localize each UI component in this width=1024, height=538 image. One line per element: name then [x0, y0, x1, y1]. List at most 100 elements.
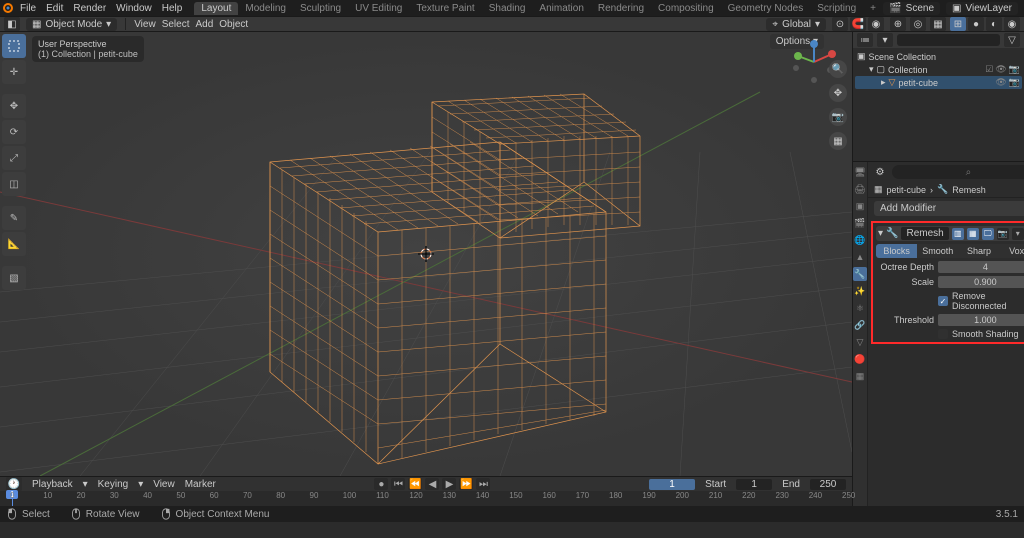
mod-realtime-icon[interactable]: 🖵	[982, 228, 994, 240]
autokey-icon[interactable]: ●	[374, 478, 388, 490]
disclosure-icon[interactable]: ▾	[878, 228, 883, 239]
props-search-input[interactable]: ⌕	[892, 165, 1024, 179]
timeline-menu-marker[interactable]: Marker	[185, 479, 216, 490]
prop-tab-texture[interactable]: ▦	[853, 369, 867, 383]
zoom-icon[interactable]: 🔍	[829, 60, 847, 78]
cursor-tool[interactable]: ✛	[2, 60, 26, 84]
header-menu-object[interactable]: Object	[219, 19, 248, 30]
breadcrumb-modifier[interactable]: Remesh	[952, 185, 986, 195]
chevron-down-icon[interactable]: ▾	[1012, 228, 1024, 240]
filter-icon[interactable]: ▽	[1004, 33, 1020, 47]
tab-scripting[interactable]: Scripting	[810, 2, 863, 15]
tab-sculpting[interactable]: Sculpting	[293, 2, 348, 15]
outliner-object-petit-cube[interactable]: ▸ ▽ petit-cube 👁📷	[855, 76, 1022, 89]
tab-texture-paint[interactable]: Texture Paint	[409, 2, 481, 15]
snap-icon[interactable]: 🧲	[850, 17, 866, 31]
checkbox-icon[interactable]: ☑	[985, 64, 993, 75]
disclosure-icon[interactable]: ▸	[881, 77, 886, 88]
tab-animation[interactable]: Animation	[532, 2, 590, 15]
add-modifier-button[interactable]: Add Modifier	[874, 201, 1024, 216]
header-menu-view[interactable]: View	[134, 19, 156, 30]
add-primitive-tool[interactable]: ▧	[2, 266, 26, 290]
remesh-mode-blocks[interactable]: Blocks	[876, 244, 917, 258]
prop-tab-object[interactable]: ▲	[853, 250, 867, 264]
mod-render-icon[interactable]: 📷	[997, 228, 1009, 240]
transform-tool[interactable]: ◫	[2, 172, 26, 196]
wireframe-shading-icon[interactable]: ⊞	[950, 17, 966, 31]
move-tool[interactable]: ✥	[2, 94, 26, 118]
prop-tab-modifiers[interactable]: 🔧	[853, 267, 867, 281]
end-frame-field[interactable]: 250	[810, 479, 846, 490]
tab-shading[interactable]: Shading	[482, 2, 533, 15]
orientation-dropdown[interactable]: ⌖ Global ▾	[766, 18, 826, 31]
remesh-mode-voxel[interactable]: Voxel	[1000, 244, 1024, 258]
breadcrumb-object[interactable]: petit-cube	[887, 185, 927, 195]
menu-window[interactable]: Window	[116, 3, 152, 14]
prop-tab-mesh[interactable]: ▽	[853, 335, 867, 349]
prop-tab-physics[interactable]: ⚛	[853, 301, 867, 315]
perspective-toggle-icon[interactable]: ▦	[829, 132, 847, 150]
scale-field[interactable]: 0.900	[938, 276, 1024, 288]
modifier-name-field[interactable]: Remesh	[901, 227, 948, 240]
smooth-shading-checkbox[interactable]	[938, 329, 948, 339]
menu-render[interactable]: Render	[73, 3, 106, 14]
tab-add[interactable]: +	[863, 2, 883, 15]
pan-icon[interactable]: ✥	[829, 84, 847, 102]
props-editor-icon[interactable]: ⚙	[872, 165, 888, 179]
tab-uv-editing[interactable]: UV Editing	[348, 2, 409, 15]
timeline-editor-icon[interactable]: 🕐	[6, 477, 22, 491]
mod-edit-mode-icon[interactable]: ▦	[967, 228, 979, 240]
rendered-shading-icon[interactable]: ◉	[1004, 17, 1020, 31]
menu-help[interactable]: Help	[162, 3, 183, 14]
mod-on-cage-icon[interactable]: ▥	[952, 228, 964, 240]
prop-tab-output[interactable]: 🖨	[853, 182, 867, 196]
header-menu-add[interactable]: Add	[195, 19, 213, 30]
prop-tab-material[interactable]: 🔴	[853, 352, 867, 366]
jump-end-icon[interactable]: ⏭	[476, 478, 490, 490]
proportional-icon[interactable]: ◉	[868, 17, 884, 31]
eye-icon[interactable]: 👁	[995, 64, 1006, 75]
prop-tab-render[interactable]: 🖥	[853, 165, 867, 179]
annotate-tool[interactable]: ✎	[2, 206, 26, 230]
tab-modeling[interactable]: Modeling	[238, 2, 293, 15]
play-reverse-icon[interactable]: ◀	[425, 478, 439, 490]
prop-tab-constraints[interactable]: 🔗	[853, 318, 867, 332]
pivot-icon[interactable]: ⊙	[832, 17, 848, 31]
outliner-search-input[interactable]	[897, 34, 1000, 46]
outliner-collection[interactable]: ▾ ▢ Collection ☑👁📷	[855, 63, 1022, 76]
remove-disconnected-checkbox[interactable]: ✓	[938, 296, 948, 306]
outliner-display-mode[interactable]: ▾	[877, 33, 893, 47]
prop-tab-world[interactable]: 🌐	[853, 233, 867, 247]
camera-view-icon[interactable]: 📷	[829, 108, 847, 126]
timeline-menu-keying[interactable]: Keying	[98, 479, 129, 490]
measure-tool[interactable]: 📐	[2, 232, 26, 256]
overlays-toggle-icon[interactable]: ◎	[910, 17, 926, 31]
editor-type-icon[interactable]: ◧	[4, 17, 20, 31]
xray-icon[interactable]: ▦	[930, 17, 946, 31]
solid-shading-icon[interactable]: ●	[968, 17, 984, 31]
tab-rendering[interactable]: Rendering	[591, 2, 651, 15]
timeline-menu-playback[interactable]: Playback	[32, 479, 73, 490]
jump-start-icon[interactable]: ⏮	[391, 478, 405, 490]
eye-icon[interactable]: 👁	[995, 77, 1006, 88]
current-frame-field[interactable]: 1	[649, 479, 695, 490]
menu-edit[interactable]: Edit	[46, 3, 63, 14]
header-menu-select[interactable]: Select	[162, 19, 190, 30]
mode-dropdown[interactable]: ▦ Object Mode ▾	[26, 18, 117, 31]
scene-field[interactable]: 🎬 Scene	[883, 2, 940, 15]
tab-geometry-nodes[interactable]: Geometry Nodes	[721, 2, 811, 15]
prop-tab-particles[interactable]: ✨	[853, 284, 867, 298]
prop-tab-viewlayer[interactable]: ▣	[853, 199, 867, 213]
3d-viewport[interactable]: ✛ ✥ ⟳ ⤢ ◫ ✎ 📐 ▧ User Perspective (1) Col…	[0, 32, 852, 476]
tab-compositing[interactable]: Compositing	[651, 2, 721, 15]
next-key-icon[interactable]: ⏩	[459, 478, 473, 490]
scale-tool[interactable]: ⤢	[2, 146, 26, 170]
timeline-menu-view[interactable]: View	[153, 479, 175, 490]
rotate-tool[interactable]: ⟳	[2, 120, 26, 144]
prev-key-icon[interactable]: ⏪	[408, 478, 422, 490]
disclosure-icon[interactable]: ▾	[869, 64, 874, 75]
gizmo-toggle-icon[interactable]: ⊕	[890, 17, 906, 31]
remesh-mode-sharp[interactable]: Sharp	[958, 244, 999, 258]
play-icon[interactable]: ▶	[442, 478, 456, 490]
prop-tab-scene[interactable]: 🎬	[853, 216, 867, 230]
